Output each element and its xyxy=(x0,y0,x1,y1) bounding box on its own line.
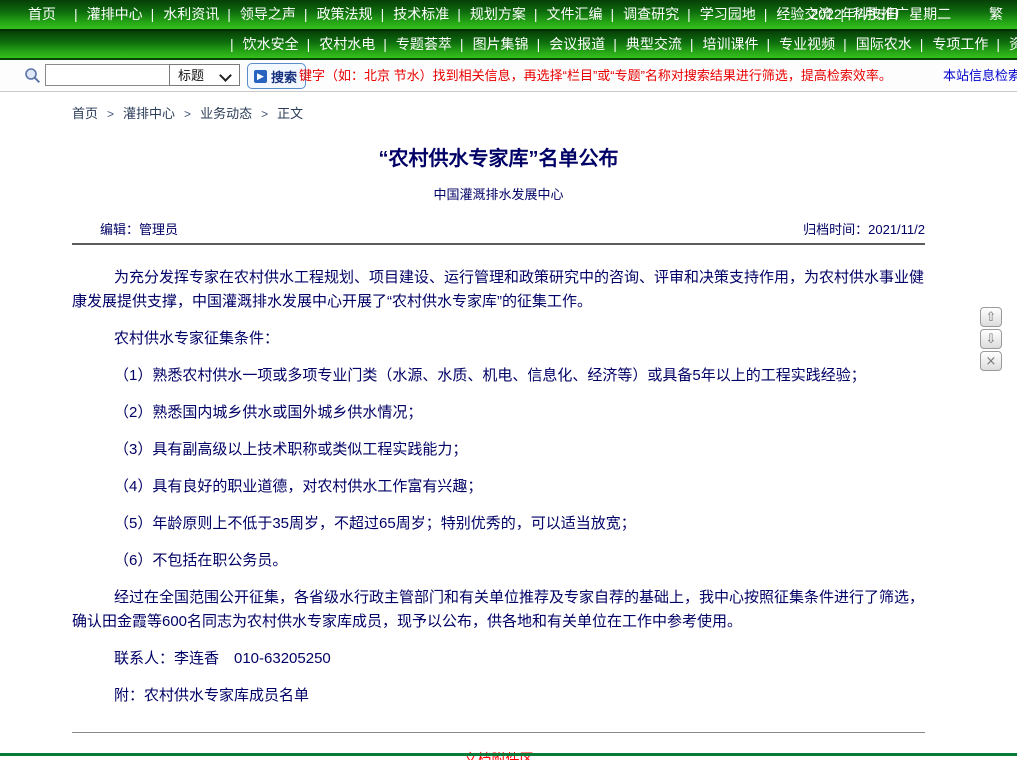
editor-label: 编辑：管理员 xyxy=(100,219,178,238)
sub-nav-item[interactable]: 专业视频 xyxy=(758,31,835,58)
sub-nav-item[interactable]: 国际农水 xyxy=(835,31,912,58)
search-scope-select[interactable]: 标题 xyxy=(169,64,240,86)
footer-divider xyxy=(0,753,1017,756)
close-icon: × xyxy=(986,354,997,369)
sub-nav-item[interactable]: 饮水安全 xyxy=(222,31,299,58)
site-search-link[interactable]: 本站信息检索 xyxy=(943,60,1017,91)
chevron-down-icon xyxy=(219,69,232,82)
article-paragraph: （5）年龄原则上不低于35周岁，不超过65周岁；特别优秀的，可以适当放宽； xyxy=(72,512,925,536)
top-nav-item[interactable]: 技术标准 xyxy=(373,0,450,29)
article-paragraph: （3）具有副高级以上技术职称或类似工程实践能力； xyxy=(72,438,925,462)
sub-nav-item[interactable]: 典型交流 xyxy=(605,31,682,58)
top-nav-item[interactable]: 领导之声 xyxy=(219,0,296,29)
article-paragraph: （4）具有良好的职业道德，对农村供水工作富有兴趣； xyxy=(72,475,925,499)
sub-nav-item[interactable]: 培训课件 xyxy=(682,31,759,58)
top-nav-item[interactable]: 灌排中心 xyxy=(66,0,143,29)
top-nav-bar: 首页灌排中心水利资讯领导之声政策法规技术标准规划方案文件汇编调查研究学习园地经验… xyxy=(0,0,1017,31)
article-paragraph: 经过在全国范围公开征集，各省级水行政主管部门和有关单位推荐及专家自荐的基础上，我… xyxy=(72,586,925,634)
article-source: 中国灌溉排水发展中心 xyxy=(72,184,925,203)
float-toolbar: ⇧ ⇩ × xyxy=(980,307,1002,371)
current-date: 2022年7月5日 xyxy=(811,6,900,22)
sub-nav-item[interactable]: 图片集锦 xyxy=(452,31,529,58)
article-meta: 编辑：管理员 归档时间：2021/11/2 xyxy=(72,219,925,237)
top-nav-item[interactable]: 调查研究 xyxy=(602,0,679,29)
close-toolbar-button[interactable]: × xyxy=(980,351,1002,371)
breadcrumb-item[interactable]: 业务动态 xyxy=(175,106,252,121)
top-nav-item[interactable]: 学习园地 xyxy=(679,0,756,29)
breadcrumb: 首页灌排中心业务动态正文 xyxy=(0,92,1017,128)
article-paragraph: 农村供水专家征集条件： xyxy=(72,327,925,351)
attachment-divider xyxy=(72,732,925,733)
article-paragraph: 附：农村供水专家库成员名单 xyxy=(72,684,925,708)
top-bar-right: 2022年7月5日 星期二 繁 xyxy=(811,0,1004,29)
page-title: “农村供水专家库”名单公布 xyxy=(72,142,925,171)
arrow-up-icon: ⇧ xyxy=(986,310,997,325)
breadcrumb-item[interactable]: 首页 xyxy=(72,106,98,121)
search-hint-text: 键字（如：北京 节水）找到相关信息，再选择“栏目”或“专题”名称对搜索结果进行筛… xyxy=(299,60,892,91)
sub-nav-item[interactable]: 资料共享 xyxy=(988,31,1017,58)
page: 首页灌排中心水利资讯领导之声政策法规技术标准规划方案文件汇编调查研究学习园地经验… xyxy=(0,0,1017,760)
search-go-icon: ▶ xyxy=(254,70,267,83)
scroll-up-button[interactable]: ⇧ xyxy=(980,307,1002,327)
article-paragraph: 为充分发挥专家在农村供水工程规划、项目建设、运行管理和政策研究中的咨询、评审和决… xyxy=(72,266,925,314)
search-button[interactable]: ▶ 搜索 xyxy=(247,63,306,89)
sub-nav-item[interactable]: 专题荟萃 xyxy=(375,31,452,58)
search-icon xyxy=(24,67,41,84)
search-scope-value: 标题 xyxy=(178,68,204,83)
article-paragraph: （1）熟悉农村供水一项或多项专业门类（水源、水质、机电、信息化、经济等）或具备5… xyxy=(72,364,925,388)
article: “农村供水专家库”名单公布 中国灌溉排水发展中心 编辑：管理员 归档时间：202… xyxy=(72,142,925,760)
breadcrumb-item[interactable]: 灌排中心 xyxy=(98,106,175,121)
scroll-down-button[interactable]: ⇩ xyxy=(980,329,1002,349)
sub-nav-item[interactable]: 会议报道 xyxy=(529,31,606,58)
sub-nav-item[interactable]: 农村水电 xyxy=(299,31,376,58)
sub-nav-item[interactable]: 专项工作 xyxy=(912,31,989,58)
article-paragraph: 联系人：李连香 010-63205250 xyxy=(72,647,925,671)
top-nav-item[interactable]: 水利资讯 xyxy=(143,0,220,29)
search-input[interactable] xyxy=(45,64,171,86)
sub-nav-bar: 饮水安全农村水电专题荟萃图片集锦会议报道典型交流培训课件专业视频国际农水专项工作… xyxy=(0,31,1017,60)
article-body: 为充分发挥专家在农村供水工程规划、项目建设、运行管理和政策研究中的咨询、评审和决… xyxy=(72,245,925,708)
arrow-down-icon: ⇩ xyxy=(986,332,997,347)
article-paragraph: （6）不包括在职公务员。 xyxy=(72,549,925,573)
current-weekday: 星期二 xyxy=(909,6,951,22)
search-button-label: 搜索 xyxy=(271,67,297,86)
top-nav-item[interactable]: 政策法规 xyxy=(296,0,373,29)
traditional-chinese-toggle[interactable]: 繁 xyxy=(989,6,1003,22)
search-bar: 标题 ▶ 搜索 键字（如：北京 节水）找到相关信息，再选择“栏目”或“专题”名称… xyxy=(0,60,1017,92)
article-paragraph: （2）熟悉国内城乡供水或国外城乡供水情况； xyxy=(72,401,925,425)
archive-time-label: 归档时间：2021/11/2 xyxy=(803,219,925,238)
breadcrumb-item[interactable]: 正文 xyxy=(252,106,303,121)
top-nav-item[interactable]: 规划方案 xyxy=(449,0,526,29)
top-nav-item[interactable]: 文件汇编 xyxy=(526,0,603,29)
nav-item-home[interactable]: 首页 xyxy=(28,0,56,29)
